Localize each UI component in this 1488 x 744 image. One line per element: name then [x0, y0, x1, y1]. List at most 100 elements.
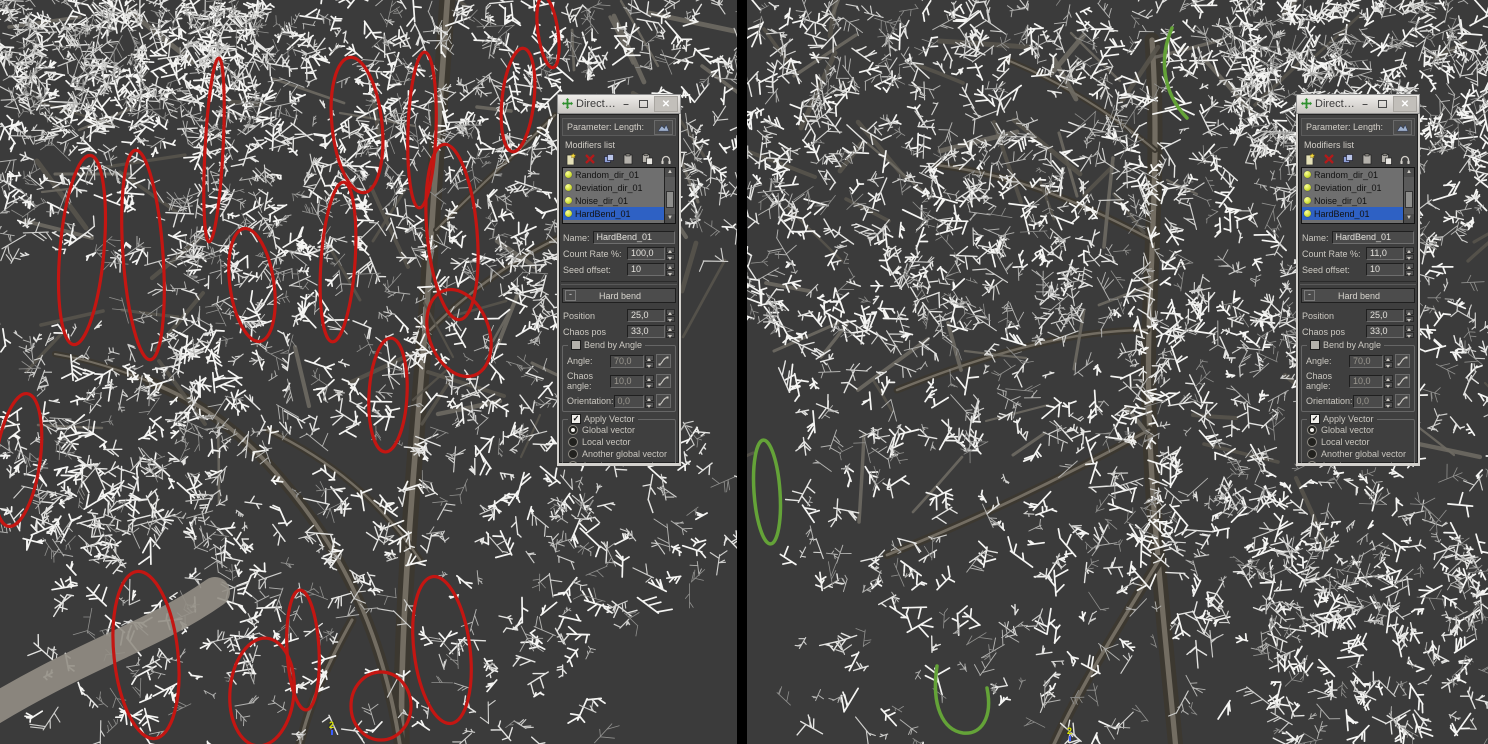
chaos-pos-spinner[interactable]	[666, 325, 675, 338]
close-button[interactable]: ✕	[654, 96, 678, 112]
graph-icon[interactable]	[654, 119, 673, 135]
radio-local-vector[interactable]: Local vector	[1307, 437, 1413, 447]
position-input[interactable]: 25,0	[627, 309, 665, 322]
seed-offset-input[interactable]: 10	[627, 263, 665, 276]
radio-local-vector[interactable]: Local vector	[568, 437, 674, 447]
seed-offset-spinner[interactable]	[666, 263, 675, 276]
curve-icon[interactable]	[1395, 354, 1410, 368]
scroll-down-icon[interactable]: ▼	[1404, 214, 1414, 223]
scroll-down-icon[interactable]: ▼	[665, 214, 675, 223]
radio-icon[interactable]	[1307, 425, 1317, 435]
copy-modifier-icon[interactable]	[1339, 151, 1356, 166]
list-scrollbar[interactable]: ▲ ▼	[1403, 168, 1414, 223]
headphones-icon[interactable]	[1396, 151, 1413, 166]
modifier-item-selected[interactable]: HardBend_01	[563, 207, 664, 220]
collapse-icon[interactable]: -	[565, 290, 576, 301]
minimize-button[interactable]: –	[619, 97, 634, 111]
modifier-item[interactable]: Noise_dir_01	[1302, 194, 1403, 207]
chaos-pos-input[interactable]: 33,0	[627, 325, 665, 338]
count-rate-input[interactable]: 11,0	[1366, 247, 1404, 260]
modifier-item-selected[interactable]: HardBend_01	[1302, 207, 1403, 220]
scroll-up-icon[interactable]: ▲	[665, 168, 675, 177]
dialog-titlebar[interactable]: Direct… – ✕	[1296, 94, 1420, 114]
radio-global-vector[interactable]: Global vector	[1307, 425, 1413, 435]
seed-offset-input[interactable]: 10	[1366, 263, 1404, 276]
radio-icon[interactable]	[568, 437, 578, 447]
count-rate-spinner[interactable]	[1405, 247, 1414, 260]
lightbulb-icon[interactable]	[565, 210, 572, 217]
orientation-spinner[interactable]	[645, 394, 654, 408]
lightbulb-icon[interactable]	[565, 197, 572, 204]
lightbulb-icon[interactable]	[1304, 210, 1311, 217]
seed-offset-spinner[interactable]	[1405, 263, 1414, 276]
bend-by-angle-checkbox[interactable]	[571, 340, 581, 350]
radio-icon[interactable]	[568, 461, 578, 463]
lightbulb-icon[interactable]	[1304, 197, 1311, 204]
radio-icon[interactable]	[1307, 449, 1317, 459]
radio-icon[interactable]	[1307, 437, 1317, 447]
scroll-thumb[interactable]	[1405, 191, 1413, 208]
chaos-pos-input[interactable]: 33,0	[1366, 325, 1404, 338]
close-button[interactable]: ✕	[1393, 96, 1417, 112]
graph-icon[interactable]	[1393, 119, 1412, 135]
angle-spinner[interactable]	[1384, 354, 1393, 368]
modifier-item[interactable]: Random_dir_01	[1302, 168, 1403, 181]
modifier-item[interactable]: Deviation_dir_01	[563, 181, 664, 194]
minimize-button[interactable]: –	[1358, 97, 1373, 111]
chaos-angle-spinner[interactable]	[1384, 374, 1393, 388]
new-modifier-icon[interactable]	[1301, 151, 1318, 166]
chaos-angle-spinner[interactable]	[645, 374, 654, 388]
lightbulb-icon[interactable]	[1304, 184, 1311, 191]
curve-icon[interactable]	[656, 394, 671, 408]
chaos-pos-spinner[interactable]	[1405, 325, 1414, 338]
curve-icon[interactable]	[656, 354, 671, 368]
maximize-button[interactable]	[1375, 97, 1390, 111]
angle-spinner[interactable]	[645, 354, 654, 368]
paste-instanced-icon[interactable]	[638, 151, 655, 166]
count-rate-spinner[interactable]	[666, 247, 675, 260]
radio-icon[interactable]	[1307, 461, 1317, 463]
chaos-angle-input[interactable]: 10,0	[610, 374, 644, 388]
modifier-item[interactable]: Deviation_dir_01	[1302, 181, 1403, 194]
modifier-item[interactable]: Random_dir_01	[563, 168, 664, 181]
copy-modifier-icon[interactable]	[600, 151, 617, 166]
hard-bend-rollout-header[interactable]: - Hard bend	[562, 288, 676, 303]
radio-icon[interactable]	[568, 449, 578, 459]
scroll-up-icon[interactable]: ▲	[1404, 168, 1414, 177]
delete-modifier-icon[interactable]	[1320, 151, 1337, 166]
modifiers-list[interactable]: Random_dir_01 Deviation_dir_01 Noise_dir…	[562, 167, 676, 224]
orientation-input[interactable]: 0,0	[613, 394, 644, 408]
angle-input[interactable]: 70,0	[1349, 354, 1383, 368]
position-input[interactable]: 25,0	[1366, 309, 1404, 322]
orientation-spinner[interactable]	[1384, 394, 1393, 408]
delete-modifier-icon[interactable]	[581, 151, 598, 166]
paste-modifier-icon[interactable]	[1358, 151, 1375, 166]
position-spinner[interactable]	[666, 309, 675, 322]
apply-vector-checkbox[interactable]	[571, 414, 581, 424]
name-input[interactable]: HardBend_01	[592, 231, 675, 244]
radio-global-vector[interactable]: Global vector	[568, 425, 674, 435]
lightbulb-icon[interactable]	[565, 171, 572, 178]
radio-icon[interactable]	[568, 425, 578, 435]
curve-icon[interactable]	[1395, 394, 1410, 408]
radio-another-target-point[interactable]: Another target point	[568, 461, 674, 463]
apply-vector-checkbox[interactable]	[1310, 414, 1320, 424]
chaos-angle-input[interactable]: 10,0	[1349, 374, 1383, 388]
radio-another-global-vector[interactable]: Another global vector	[1307, 449, 1413, 459]
paste-instanced-icon[interactable]	[1377, 151, 1394, 166]
orientation-input[interactable]: 0,0	[1352, 394, 1383, 408]
maximize-button[interactable]	[636, 97, 651, 111]
new-modifier-icon[interactable]	[562, 151, 579, 166]
curve-icon[interactable]	[1395, 374, 1410, 388]
radio-another-global-vector[interactable]: Another global vector	[568, 449, 674, 459]
modifier-item[interactable]: Noise_dir_01	[563, 194, 664, 207]
dialog-titlebar[interactable]: Direct… – ✕	[557, 94, 681, 114]
curve-icon[interactable]	[656, 374, 671, 388]
scroll-thumb[interactable]	[666, 191, 674, 208]
count-rate-input[interactable]: 100,0	[627, 247, 665, 260]
lightbulb-icon[interactable]	[565, 184, 572, 191]
modifiers-list[interactable]: Random_dir_01 Deviation_dir_01 Noise_dir…	[1301, 167, 1415, 224]
angle-input[interactable]: 70,0	[610, 354, 644, 368]
collapse-icon[interactable]: -	[1304, 290, 1315, 301]
list-scrollbar[interactable]: ▲ ▼	[664, 168, 675, 223]
